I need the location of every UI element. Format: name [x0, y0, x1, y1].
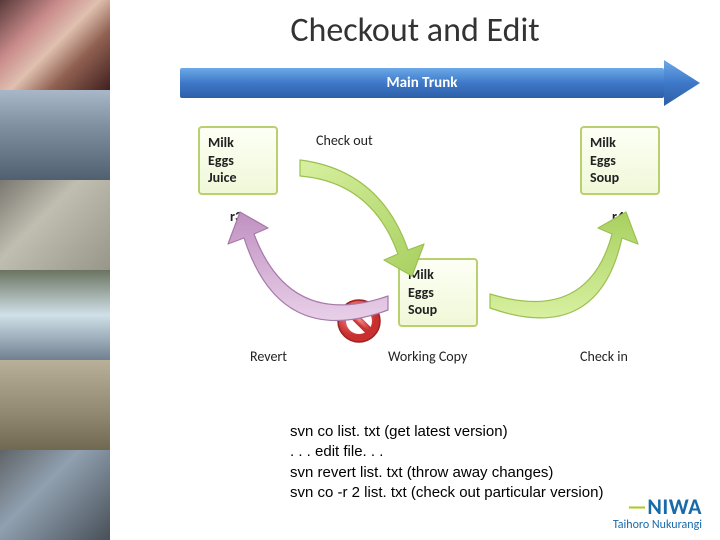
r4-item: Milk — [590, 134, 650, 152]
slide-title: Checkout and Edit — [110, 10, 720, 51]
logo-subtitle: Taihoro Nukurangi — [613, 518, 702, 532]
trunk-arrowhead-icon — [664, 60, 700, 106]
r3-item: Milk — [208, 134, 268, 152]
command-line: svn revert list. txt (throw away changes… — [290, 463, 603, 483]
revert-label: Revert — [250, 348, 287, 365]
niwa-logo: —NIWA Taihoro Nukurangi — [613, 493, 702, 532]
no-entry-icon — [336, 298, 382, 344]
working-copy-box: Milk Eggs Soup — [398, 258, 478, 327]
arrows-svg — [150, 60, 710, 420]
wc-item: Milk — [408, 266, 468, 284]
sidebar-photo-seal — [0, 450, 110, 540]
sidebar-photo-lake — [0, 90, 110, 180]
checkin-label: Check in — [580, 348, 628, 365]
wc-item: Soup — [408, 301, 468, 319]
svn-diagram: Main Trunk Milk Eggs Juice r3 Milk Eggs … — [150, 60, 700, 420]
sidebar-photo-fish — [0, 180, 110, 270]
command-list: svn co list. txt (get latest version) . … — [290, 422, 603, 503]
r4-item: Eggs — [590, 152, 650, 170]
command-line: . . . edit file. . . — [290, 442, 603, 462]
checkout-label: Check out — [316, 132, 373, 149]
wc-item: Eggs — [408, 284, 468, 302]
main-trunk-arrow: Main Trunk — [180, 60, 700, 106]
sidebar-photo-anemone — [0, 0, 110, 90]
revision-box-r4: Milk Eggs Soup — [580, 126, 660, 195]
r3-item: Eggs — [208, 152, 268, 170]
r3-label: r3 — [230, 208, 242, 225]
command-line: svn co -r 2 list. txt (check out particu… — [290, 483, 603, 503]
trunk-label: Main Trunk — [180, 68, 664, 98]
revision-box-r3: Milk Eggs Juice — [198, 126, 278, 195]
slide-content: Checkout and Edit Main Trunk Milk Eggs J… — [110, 0, 720, 540]
r3-item: Juice — [208, 169, 268, 187]
sidebar-photo-river — [0, 270, 110, 360]
r4-label: r4 — [612, 208, 624, 225]
command-line: svn co list. txt (get latest version) — [290, 422, 603, 442]
r4-item: Soup — [590, 169, 650, 187]
sidebar-photo-cliff — [0, 360, 110, 450]
working-copy-label: Working Copy — [388, 348, 467, 365]
logo-name: —NIWA — [613, 493, 702, 520]
sidebar-images — [0, 0, 110, 540]
